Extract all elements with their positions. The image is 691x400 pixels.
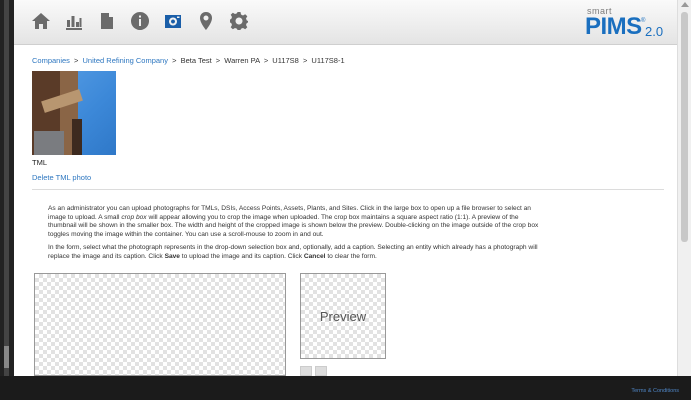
gear-icon [230, 12, 248, 30]
breadcrumb-separator: > [302, 56, 308, 65]
camera-icon [165, 15, 181, 28]
info-icon [131, 12, 150, 30]
tml-photo-caption: TML [32, 158, 47, 167]
scrollbar-thumb[interactable] [681, 12, 688, 242]
breadcrumb: Companies > United Refining Company > Be… [32, 56, 664, 65]
logo-version: 2.0 [645, 24, 664, 39]
preview-control-button[interactable] [315, 366, 327, 376]
breadcrumb-separator: > [215, 56, 221, 65]
page-footer: Terms & Conditions [0, 376, 691, 400]
preview-controls [300, 366, 330, 376]
nav-documents[interactable] [96, 10, 118, 32]
app-window: smart PIMS ® 2.0 Companies > United Refi… [14, 0, 677, 376]
breadcrumb-item: U117S8-1 [311, 56, 345, 65]
logo-pims-text: PIMS [585, 13, 642, 40]
upload-instructions: As an administrator you can upload photo… [48, 205, 548, 267]
smart-pims-logo[interactable]: smart PIMS ® 2.0 [585, 6, 665, 40]
section-divider [32, 189, 664, 190]
breadcrumb-test: Beta Test [180, 56, 212, 65]
instructions-paragraph-2: In the form, select what the photograph … [48, 244, 538, 260]
preview-label: Preview [319, 308, 367, 324]
nav-reports[interactable] [63, 10, 85, 32]
home-icon [32, 13, 50, 29]
top-header: smart PIMS ® 2.0 [14, 0, 677, 45]
bar-chart-icon [66, 16, 82, 30]
instructions-paragraph-1: As an administrator you can upload photo… [48, 205, 539, 238]
breadcrumb-unit: U117S8 [272, 56, 299, 65]
tml-photo-thumbnail [32, 71, 116, 155]
nav-settings[interactable] [228, 10, 250, 32]
nav-home[interactable] [30, 10, 52, 32]
breadcrumb-separator: > [172, 56, 177, 65]
image-upload-crop-box[interactable] [34, 273, 286, 376]
breadcrumb-separator: > [74, 56, 79, 65]
scroll-up-arrow-icon[interactable] [681, 2, 689, 7]
window-frame-left [0, 0, 14, 400]
nav-photos[interactable] [162, 10, 184, 32]
breadcrumb-company[interactable]: United Refining Company [83, 56, 168, 65]
preview-control-button[interactable] [300, 366, 312, 376]
main-nav [30, 10, 261, 32]
document-icon [101, 13, 113, 29]
terms-and-conditions-link[interactable]: Terms & Conditions [631, 388, 679, 394]
main-content: Companies > United Refining Company > Be… [32, 56, 664, 185]
delete-tml-photo-link[interactable]: Delete TML photo [32, 173, 91, 182]
thumbnail-preview-box: Preview [300, 273, 386, 359]
breadcrumb-separator: > [263, 56, 269, 65]
frame-handle [4, 346, 9, 368]
breadcrumb-site: Warren PA [224, 56, 260, 65]
nav-info[interactable] [129, 10, 151, 32]
frame-edge [4, 0, 9, 376]
nav-map[interactable] [195, 10, 217, 32]
vertical-scrollbar[interactable] [677, 0, 691, 376]
map-pin-icon [200, 12, 212, 30]
breadcrumb-companies[interactable]: Companies [32, 56, 70, 65]
